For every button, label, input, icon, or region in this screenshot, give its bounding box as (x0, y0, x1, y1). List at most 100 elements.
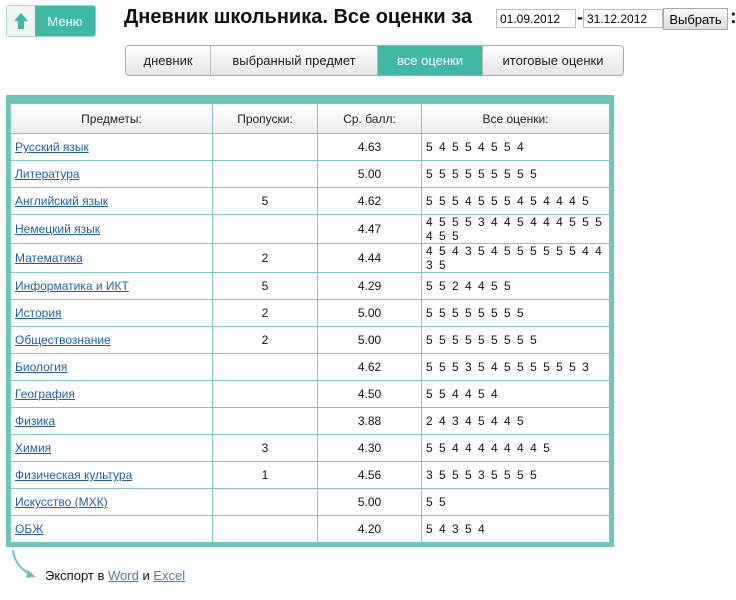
absences-cell (212, 515, 318, 543)
absences-cell: 5 (212, 187, 318, 215)
col-subject: Предметы: (10, 103, 213, 134)
subject-link[interactable]: История (15, 306, 62, 320)
table-row: Литература 5.00 5 5 5 5 5 5 5 5 5 (10, 160, 610, 188)
average-cell: 4.47 (317, 214, 422, 244)
menu-button[interactable]: Меню (6, 5, 96, 37)
absences-cell (212, 160, 318, 188)
table-row: Обществознание 2 5.00 5 5 5 5 5 5 5 5 5 (10, 326, 610, 354)
average-cell: 5.00 (317, 326, 422, 354)
tab-selected-subject[interactable]: выбранный предмет (211, 46, 378, 75)
average-cell: 4.30 (317, 434, 422, 462)
table-row: Химия 3 4.30 5 5 4 4 4 4 4 4 4 5 (10, 434, 610, 462)
average-cell: 5.00 (317, 160, 422, 188)
table-row: История 2 5.00 5 5 5 5 5 5 5 5 (10, 299, 610, 327)
table-row: География 4.50 5 5 4 4 5 4 (10, 380, 610, 408)
page-title: Дневник школьника. Все оценки за (124, 6, 473, 28)
subject-cell: География (10, 380, 213, 408)
absences-cell: 5 (212, 272, 318, 300)
table-row: Информатика и ИКТ 5 4.29 5 5 2 4 4 5 5 (10, 272, 610, 300)
subject-cell: Английский язык (10, 187, 213, 215)
average-cell: 4.20 (317, 515, 422, 543)
subject-cell: Химия (10, 434, 213, 462)
average-cell: 4.44 (317, 243, 422, 273)
table-row: Искусство (МХК) 5.00 5 5 (10, 488, 610, 516)
table-row: Математика 2 4.44 4 5 4 3 5 4 5 5 5 5 5 … (10, 243, 610, 273)
grades-cell: 5 4 5 5 4 5 5 4 (421, 133, 610, 161)
absences-cell: 2 (212, 326, 318, 354)
menu-label: Меню (35, 6, 95, 36)
average-cell: 4.29 (317, 272, 422, 300)
subject-cell: Русский язык (10, 133, 213, 161)
subject-link[interactable]: Физическая культура (15, 468, 132, 482)
grades-cell: 5 5 5 5 5 5 5 5 (421, 299, 610, 327)
tab-diary[interactable]: дневник (126, 46, 211, 75)
absences-cell: 1 (212, 461, 318, 489)
subject-link[interactable]: Обществознание (15, 333, 111, 347)
subject-link[interactable]: ОБЖ (15, 522, 43, 536)
grades-cell: 5 5 5 4 5 5 5 4 5 4 4 4 5 (421, 187, 610, 215)
absences-cell: 2 (212, 243, 318, 273)
export-label: Экспорт в (45, 568, 105, 583)
grades-cell: 5 4 3 5 4 (421, 515, 610, 543)
subject-cell: Искусство (МХК) (10, 488, 213, 516)
subject-link[interactable]: Искусство (МХК) (15, 495, 108, 509)
subject-link[interactable]: Математика (15, 251, 83, 265)
curved-arrow-icon (12, 549, 36, 578)
subject-cell: Математика (10, 243, 213, 273)
grades-cell: 5 5 5 3 5 4 5 5 5 5 5 5 3 (421, 353, 610, 381)
subject-link[interactable]: Немецкий язык (15, 222, 100, 236)
table-row: Физика 3.88 2 4 3 4 5 4 4 5 (10, 407, 610, 435)
date-from-input[interactable] (496, 9, 576, 28)
grades-cell: 5 5 5 5 5 5 5 5 5 (421, 160, 610, 188)
table-row: ОБЖ 4.20 5 4 3 5 4 (10, 515, 610, 543)
table-row: Русский язык 4.63 5 4 5 5 4 5 5 4 (10, 133, 610, 161)
average-cell: 4.63 (317, 133, 422, 161)
grades-table-container: Предметы: Пропуски: Ср. балл: Все оценки… (6, 95, 614, 547)
subject-cell: Информатика и ИКТ (10, 272, 213, 300)
grades-cell: 3 5 5 5 3 5 5 5 5 (421, 461, 610, 489)
average-cell: 3.88 (317, 407, 422, 435)
subject-cell: Биология (10, 353, 213, 381)
subject-link[interactable]: Физика (15, 414, 55, 428)
grades-cell: 5 5 (421, 488, 610, 516)
table-row: Физическая культура 1 4.56 3 5 5 5 3 5 5… (10, 461, 610, 489)
subject-link[interactable]: Русский язык (15, 140, 89, 154)
grades-cell: 4 5 5 5 3 4 4 5 4 4 4 5 5 5 4 5 5 (421, 214, 610, 244)
grades-cell: 4 5 4 3 5 4 5 5 5 5 5 5 4 4 3 5 (421, 243, 610, 273)
average-cell: 4.62 (317, 353, 422, 381)
average-cell: 4.62 (317, 187, 422, 215)
subject-cell: ОБЖ (10, 515, 213, 543)
grades-cell: 2 4 3 4 5 4 4 5 (421, 407, 610, 435)
subject-link[interactable]: Литература (15, 167, 80, 181)
grades-table: Предметы: Пропуски: Ср. балл: Все оценки… (10, 103, 610, 543)
tab-all-grades[interactable]: все оценки (378, 46, 483, 75)
table-row: Биология 4.62 5 5 5 3 5 4 5 5 5 5 5 5 3 (10, 353, 610, 381)
absences-cell (212, 353, 318, 381)
subject-link[interactable]: Химия (15, 441, 51, 455)
table-row: Немецкий язык 4.47 4 5 5 5 3 4 4 5 4 4 4… (10, 214, 610, 244)
subject-cell: Литература (10, 160, 213, 188)
table-row: Английский язык 5 4.62 5 5 5 4 5 5 5 4 5… (10, 187, 610, 215)
subject-cell: Физическая культура (10, 461, 213, 489)
subject-link[interactable]: География (15, 387, 75, 401)
select-button[interactable]: Выбрать (663, 8, 728, 30)
subject-link[interactable]: Информатика и ИКТ (15, 279, 129, 293)
export-excel-link[interactable]: Excel (153, 568, 185, 583)
tab-final-grades[interactable]: итоговые оценки (483, 46, 623, 75)
col-absences: Пропуски: (212, 103, 318, 134)
average-cell: 4.50 (317, 380, 422, 408)
absences-cell: 3 (212, 434, 318, 462)
subject-link[interactable]: Биология (15, 360, 67, 374)
export-word-link[interactable]: Word (108, 568, 139, 583)
subject-cell: Физика (10, 407, 213, 435)
grades-cell: 5 5 4 4 4 4 4 4 4 5 (421, 434, 610, 462)
absences-cell (212, 214, 318, 244)
date-to-input[interactable] (583, 9, 663, 28)
absences-cell (212, 407, 318, 435)
tab-bar: дневник выбранный предмет все оценки ито… (125, 45, 624, 76)
average-cell: 4.56 (317, 461, 422, 489)
grades-cell: 5 5 2 4 4 5 5 (421, 272, 610, 300)
subject-link[interactable]: Английский язык (15, 194, 108, 208)
absences-cell (212, 488, 318, 516)
grades-cell: 5 5 4 4 5 4 (421, 380, 610, 408)
